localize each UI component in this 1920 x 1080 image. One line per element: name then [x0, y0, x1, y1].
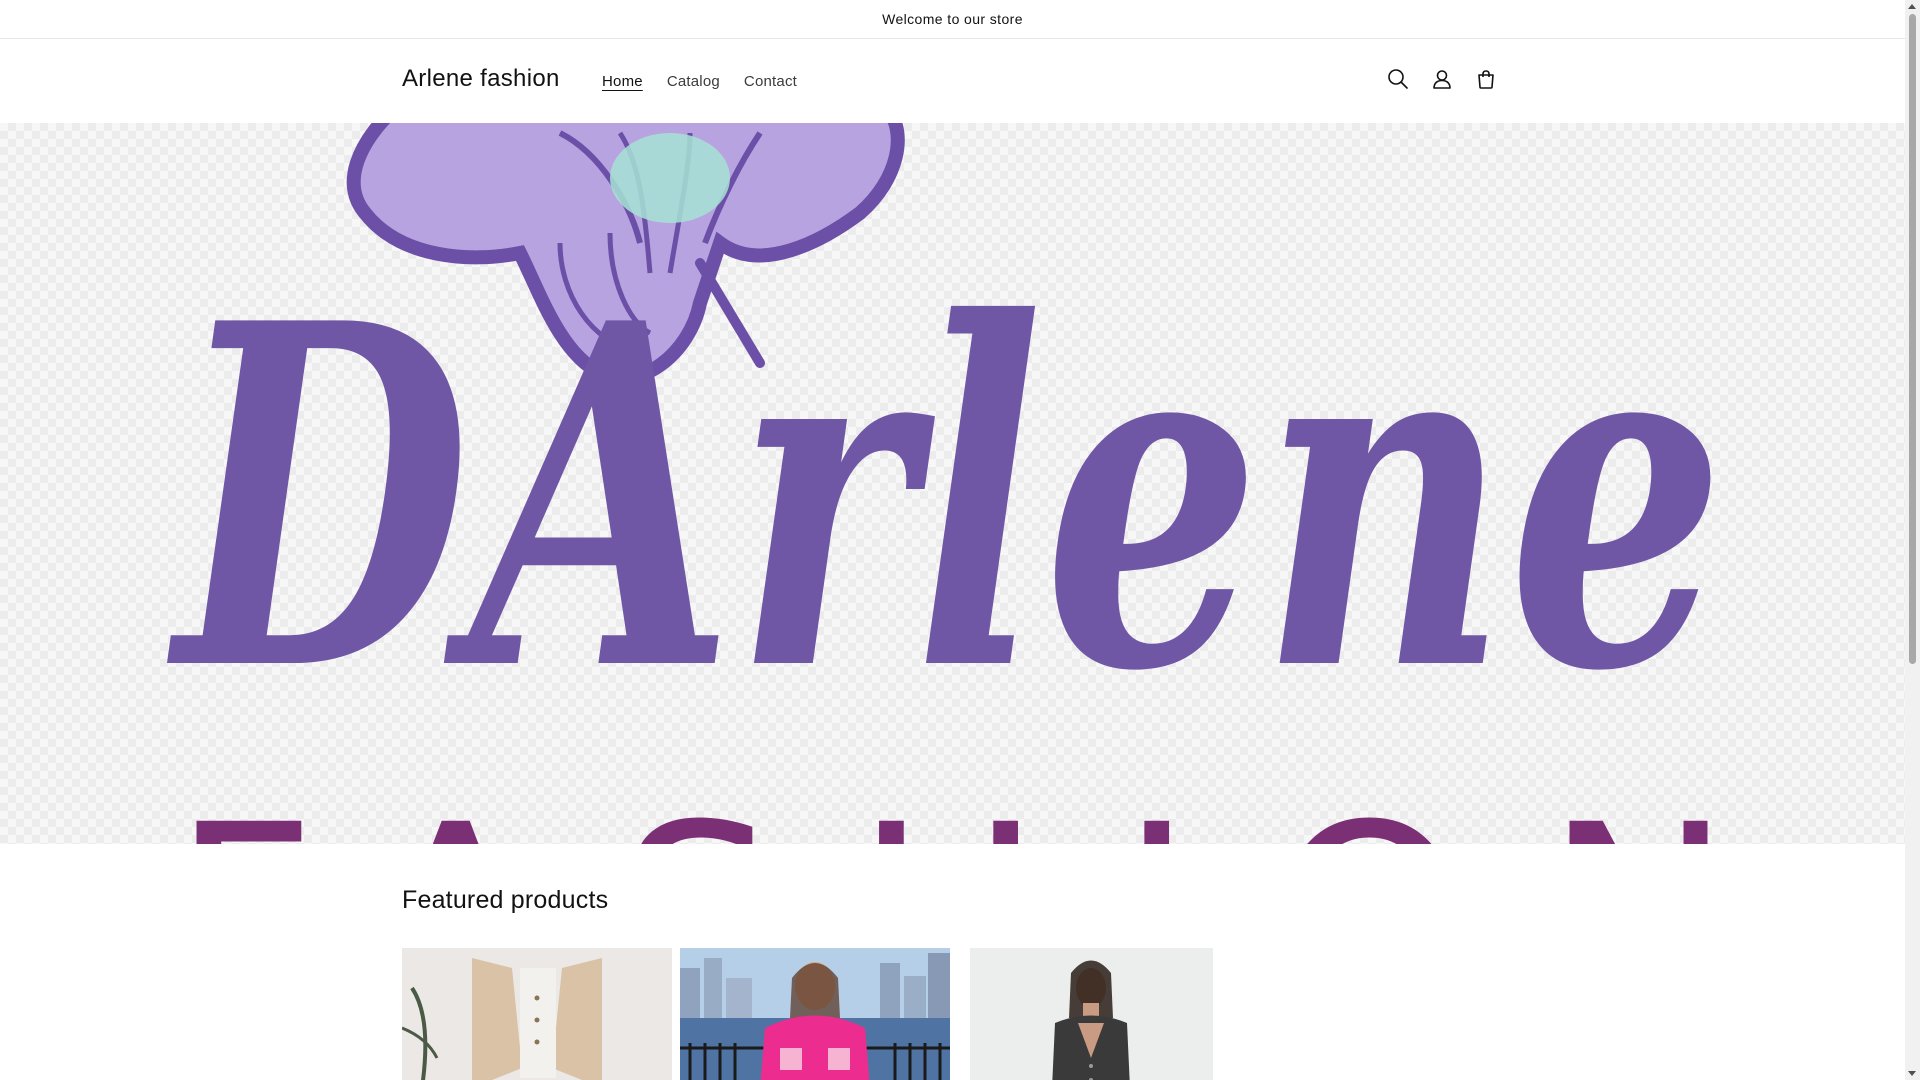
- cart-icon: [1478, 70, 1494, 89]
- product-card-2[interactable]: [680, 948, 950, 1080]
- featured-products-heading: Featured products: [402, 886, 609, 914]
- product-image-black-vest: [970, 948, 1213, 1080]
- announcement-text: Welcome to our store: [882, 11, 1023, 27]
- main-nav: Home Catalog Contact: [590, 69, 809, 94]
- header-icons: [1380, 61, 1504, 97]
- store-brand-link[interactable]: Arlene fashion: [402, 65, 560, 93]
- site-header: Arlene fashion Home Catalog Contact: [0, 39, 1905, 123]
- announcement-bar: Welcome to our store: [0, 0, 1905, 39]
- product-image-beige-vest-set: [402, 948, 672, 1080]
- hero-logo-image: DArlene FASHION: [164, 123, 1732, 844]
- account-button[interactable]: [1424, 61, 1460, 97]
- cart-button[interactable]: [1468, 61, 1504, 97]
- nav-catalog-link[interactable]: Catalog: [655, 69, 732, 94]
- account-icon: [1433, 70, 1451, 89]
- hero-logo-caps-text: FASHION: [172, 771, 1732, 844]
- hero-banner: DArlene FASHION: [0, 123, 1905, 844]
- page: Welcome to our store Arlene fashion Home…: [0, 0, 1905, 1080]
- scroll-down-arrow-icon[interactable]: [1908, 1071, 1916, 1076]
- product-card-3[interactable]: [970, 948, 1213, 1080]
- product-card-1[interactable]: [402, 948, 672, 1080]
- search-icon: [1388, 69, 1408, 89]
- scroll-up-arrow-icon[interactable]: [1908, 4, 1916, 9]
- page-scrollbar[interactable]: [1905, 0, 1920, 1080]
- nav-contact-link[interactable]: Contact: [732, 69, 809, 94]
- product-image-pink-jumpsuit: [680, 948, 950, 1080]
- nav-home-link[interactable]: Home: [590, 69, 655, 94]
- scrollbar-thumb[interactable]: [1909, 14, 1916, 664]
- search-button[interactable]: [1380, 61, 1416, 97]
- hero-logo-script-text: DArlene: [164, 222, 1725, 774]
